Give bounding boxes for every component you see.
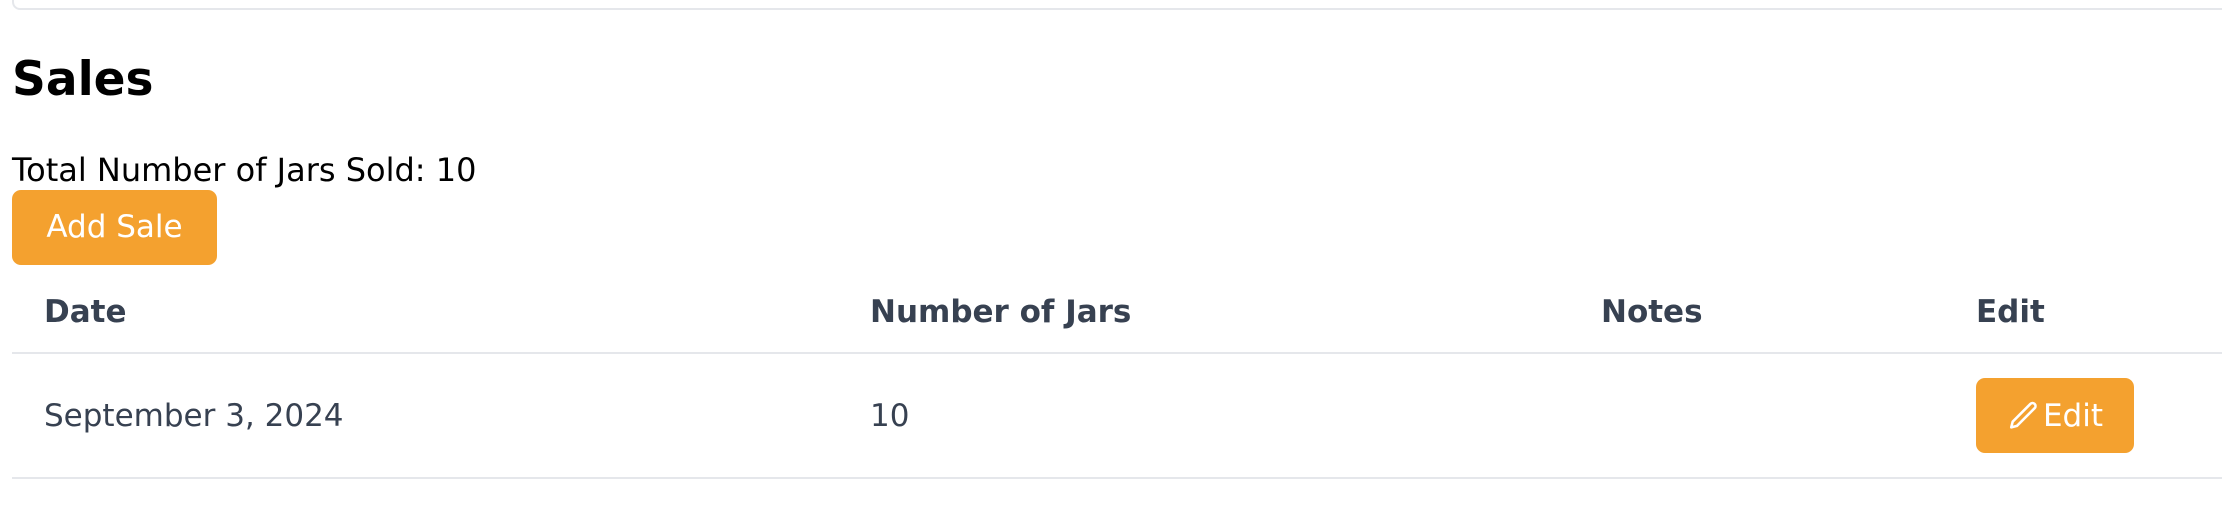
cell-number-of-jars: 10 [838, 353, 1569, 479]
cell-notes [1569, 353, 1944, 479]
sales-table: Date Number of Jars Notes Edit September… [12, 272, 2222, 479]
column-header-edit: Edit [1944, 272, 2222, 354]
cell-edit: Edit [1944, 353, 2222, 479]
column-header-number-of-jars: Number of Jars [838, 272, 1569, 354]
column-header-notes: Notes [1569, 272, 1944, 354]
cell-date: September 3, 2024 [12, 353, 838, 479]
add-sale-button[interactable]: Add Sale [12, 190, 217, 265]
top-card-border [12, 0, 2222, 10]
edit-button-label: Edit [2042, 397, 2104, 434]
table-header-row: Date Number of Jars Notes Edit [12, 272, 2222, 354]
total-jars-sold: Total Number of Jars Sold: 10 [12, 151, 477, 189]
table-row: September 3, 2024 10 Edit [12, 353, 2222, 479]
edit-sale-button[interactable]: Edit [1976, 378, 2134, 453]
section-title: Sales [12, 52, 154, 107]
pencil-icon [2007, 399, 2041, 433]
column-header-date: Date [12, 272, 838, 354]
